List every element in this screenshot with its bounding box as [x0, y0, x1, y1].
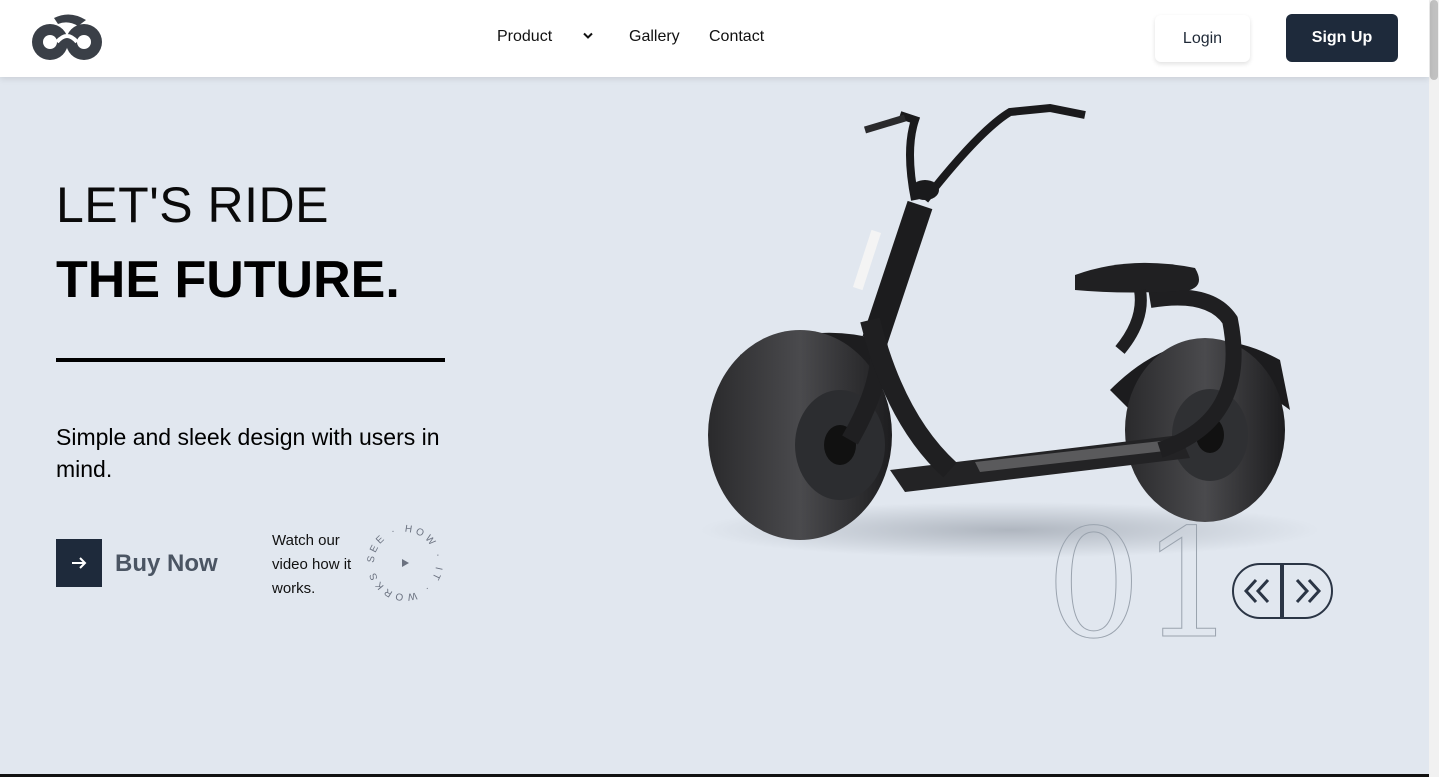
main-nav: Product: [497, 28, 552, 46]
next-slide-button[interactable]: [1282, 563, 1333, 619]
login-button[interactable]: Login: [1155, 15, 1250, 62]
slide-counter: 01: [1046, 498, 1238, 672]
nav-contact[interactable]: Contact: [709, 28, 764, 46]
scrollbar[interactable]: [1429, 0, 1439, 777]
previous-slide-button[interactable]: [1232, 563, 1282, 619]
buy-now-label[interactable]: Buy Now: [115, 550, 218, 578]
hero-tagline: Simple and sleek design with users in mi…: [56, 424, 440, 482]
hero-divider: [56, 358, 445, 362]
site-header: Product Gallery Contact Login Sign Up: [0, 0, 1429, 77]
signup-button[interactable]: Sign Up: [1286, 14, 1398, 62]
hero-title-bold: THE FUTURE.: [56, 251, 400, 309]
scrollbar-thumb[interactable]: [1430, 0, 1438, 80]
arrow-right-icon: [72, 557, 87, 569]
nav-gallery[interactable]: Gallery: [629, 28, 680, 46]
scooter-image: [700, 103, 1320, 558]
chevron-down-icon[interactable]: [583, 32, 593, 40]
how-it-works-badge[interactable]: SEE · HOW · IT · WORKS ·: [364, 522, 446, 604]
watch-video-text: Watch our video how it works.: [272, 532, 352, 597]
bike-logo-icon[interactable]: [30, 12, 104, 62]
double-chevron-left-icon: [1243, 578, 1270, 604]
buy-now-arrow-button[interactable]: [56, 539, 102, 587]
hero-title-light: LET'S RIDE: [56, 177, 329, 233]
play-icon: [402, 559, 409, 567]
double-chevron-right-icon: [1295, 578, 1321, 604]
nav-product[interactable]: Product: [497, 28, 552, 46]
